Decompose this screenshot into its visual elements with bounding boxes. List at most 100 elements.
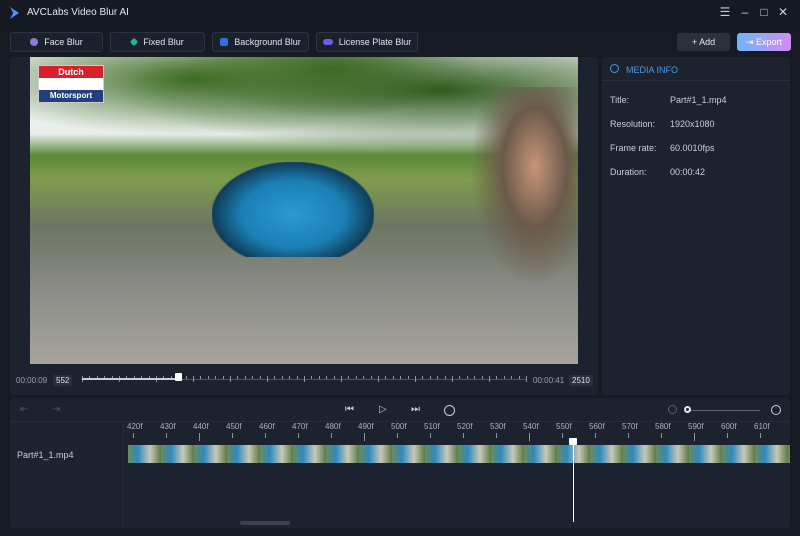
seek-tick — [304, 376, 305, 382]
seek-tick — [444, 376, 446, 379]
background-icon — [220, 38, 229, 46]
ruler-label: 550f — [556, 422, 572, 431]
seek-tick — [378, 376, 379, 382]
zoom-slider[interactable] — [688, 410, 760, 411]
preview-eye-icon[interactable] — [444, 405, 455, 416]
seek-tick — [511, 376, 513, 379]
timeline-panel — [10, 398, 790, 528]
seek-tick — [296, 376, 298, 379]
ruler-tick — [760, 433, 761, 438]
trim-end-button[interactable]: ⇥ — [52, 404, 60, 415]
playhead-handle[interactable] — [569, 438, 577, 445]
seek-tick — [244, 376, 246, 379]
ruler-label: 440f — [193, 422, 209, 431]
background-blur-label: Background Blur — [234, 37, 301, 47]
license-plate-icon — [322, 39, 333, 45]
maximize-button[interactable]: □ — [756, 5, 772, 19]
seek-tick — [385, 376, 387, 379]
seek-tick — [459, 376, 461, 379]
ruler-label: 530f — [490, 422, 506, 431]
ruler-tick — [661, 433, 662, 438]
trim-start-button[interactable]: ⇤ — [20, 404, 28, 415]
info-icon — [610, 64, 619, 73]
seek-tick — [452, 376, 453, 382]
ruler-label: 520f — [457, 422, 473, 431]
seek-tick — [311, 376, 313, 379]
frame-rate-value: 60.0010fps — [670, 143, 715, 153]
ruler-tick — [166, 433, 167, 438]
zoom-in-icon[interactable] — [771, 405, 781, 415]
ruler-label: 590f — [688, 422, 704, 431]
seek-tick — [193, 376, 194, 382]
playhead-line[interactable] — [573, 442, 574, 522]
minimize-button[interactable]: – — [737, 5, 753, 19]
menu-icon[interactable]: ☰ — [717, 5, 733, 19]
fixed-blur-label: Fixed Blur — [143, 37, 184, 47]
ruler-label: 480f — [325, 422, 341, 431]
seek-tick — [318, 376, 320, 379]
ruler-tick — [496, 433, 497, 438]
seek-tick — [222, 376, 224, 379]
face-blur-button[interactable]: Face Blur — [10, 32, 103, 52]
zoom-slider-handle[interactable] — [684, 406, 691, 413]
ruler-tick — [727, 433, 728, 438]
video-track-thumbnails[interactable] — [128, 445, 790, 463]
track-name: Part#1_1.mp4 — [17, 450, 74, 460]
ruler-tick — [694, 433, 695, 441]
timeline-scrollbar[interactable] — [240, 521, 290, 525]
watermark-bottom: Motorsport — [39, 90, 103, 102]
face-icon — [30, 38, 39, 46]
title-value: Part#1_1.mp4 — [670, 95, 727, 105]
ruler-tick — [397, 433, 398, 438]
play-button[interactable]: ▷ — [379, 404, 387, 415]
watermark-top: Dutch — [39, 66, 103, 78]
seek-tick — [207, 376, 209, 379]
video-preview[interactable]: Dutch Motorsport — [30, 57, 578, 364]
ruler-tick — [265, 433, 266, 438]
export-label: Export — [756, 37, 783, 47]
fixed-blur-button[interactable]: Fixed Blur — [110, 32, 205, 52]
license-plate-blur-button[interactable]: License Plate Blur — [316, 32, 418, 52]
close-button[interactable]: ✕ — [775, 5, 791, 19]
media-info-header: MEDIA INFO — [626, 65, 679, 75]
face-blur-label: Face Blur — [44, 37, 83, 47]
seek-progress — [82, 378, 180, 380]
ruler-tick — [595, 433, 596, 438]
ruler-label: 430f — [160, 422, 176, 431]
zoom-out-icon[interactable] — [668, 405, 677, 414]
seek-tick — [289, 376, 291, 379]
previous-frame-button[interactable]: ⏮ — [345, 404, 354, 415]
seek-tick — [466, 376, 468, 379]
next-frame-button[interactable]: ⏭ — [411, 404, 420, 415]
seek-tick — [363, 376, 365, 379]
seek-tick — [267, 376, 268, 382]
export-icon: ⇥ — [745, 37, 757, 47]
ruler-label: 570f — [622, 422, 638, 431]
timeline-ruler[interactable]: 420f 430f 440f 450f 460f 470f 480f 490f 500f 510f… — [123, 422, 790, 442]
media-info-panel — [602, 57, 790, 395]
seek-tick — [185, 376, 187, 379]
seek-handle[interactable] — [175, 373, 182, 381]
ruler-label: 450f — [226, 422, 242, 431]
ruler-label: 600f — [721, 422, 737, 431]
seek-tick — [422, 376, 424, 379]
video-spectator — [470, 87, 578, 287]
license-plate-blur-label: License Plate Blur — [338, 37, 412, 47]
ruler-tick — [463, 433, 464, 438]
resolution-label: Resolution: — [610, 119, 656, 129]
ruler-tick — [628, 433, 629, 438]
seek-tick — [489, 376, 490, 382]
export-button[interactable]: ⇥ Export — [737, 33, 791, 51]
ruler-label: 420f — [127, 422, 143, 431]
ruler-label: 540f — [523, 422, 539, 431]
seek-tick — [503, 376, 505, 379]
background-blur-button[interactable]: Background Blur — [212, 32, 309, 52]
seek-tick — [526, 376, 527, 382]
ruler-label: 460f — [259, 422, 275, 431]
divider — [602, 80, 790, 81]
add-button[interactable]: + Add — [677, 33, 730, 51]
fixed-icon — [129, 37, 139, 47]
duration-value: 00:00:42 — [670, 167, 706, 177]
title-label: Title: — [610, 95, 630, 105]
ruler-tick — [562, 433, 563, 438]
